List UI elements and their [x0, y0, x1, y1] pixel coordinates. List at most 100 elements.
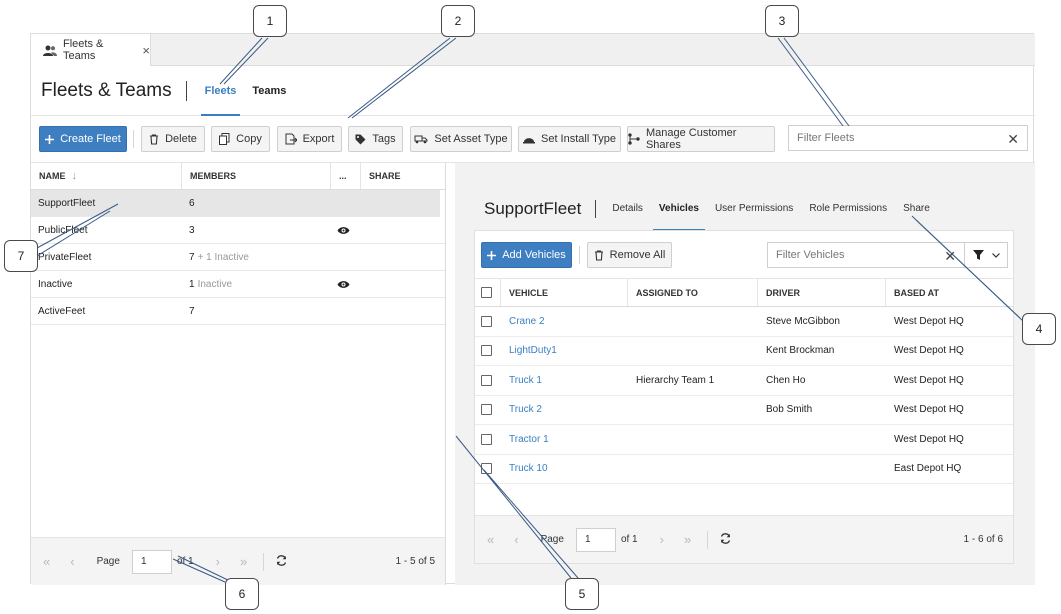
column-assigned-to-label: ASSIGNED TO [636, 287, 698, 298]
first-page-icon[interactable]: « [487, 532, 494, 547]
checkbox-box [481, 315, 492, 327]
tab-details[interactable]: Details [612, 187, 643, 231]
eye-icon[interactable] [331, 271, 361, 297]
export-button[interactable]: Export [277, 126, 342, 152]
vehicle-link[interactable]: Truck 1 [501, 366, 628, 395]
vehicle-link[interactable]: LightDuty1 [501, 337, 628, 366]
row-checkbox[interactable] [475, 337, 501, 366]
vehicle-assigned [628, 455, 758, 484]
create-fleet-button[interactable]: Create Fleet [39, 126, 127, 152]
vehicle-row[interactable]: LightDuty1 Kent Brockman West Depot HQ [475, 337, 1013, 366]
callout-1: 1 [253, 5, 287, 37]
tab-vehicles[interactable]: Vehicles [652, 187, 705, 231]
filter-vehicles-input[interactable]: Filter Vehicles ✕ [767, 242, 965, 268]
refresh-icon[interactable] [720, 532, 731, 547]
next-page-icon[interactable]: › [216, 554, 220, 569]
refresh-icon[interactable] [276, 554, 287, 569]
fleet-grid: NAME ↓ MEMBERS ... SHARE SupportFleet 6 … [31, 163, 446, 585]
checkbox-box [481, 404, 492, 416]
filter-fleets-input[interactable]: Filter Fleets ✕ [788, 125, 1028, 151]
column-driver[interactable]: DRIVER [758, 279, 886, 306]
page-number-value: 1 [584, 534, 591, 545]
app-tab-fleets-teams[interactable]: Fleets & Teams × [31, 34, 151, 66]
fleet-row[interactable]: SupportFleet 6 [31, 190, 440, 217]
fleet-members: 1 Inactive [182, 271, 331, 297]
last-page-icon[interactable]: » [240, 554, 247, 569]
vehicle-row[interactable]: Tractor 1 West Depot HQ [475, 425, 1013, 455]
close-icon[interactable]: × [142, 43, 150, 58]
row-checkbox[interactable] [475, 366, 501, 395]
column-members[interactable]: MEMBERS [182, 163, 331, 189]
fleet-members-count: 6 [189, 197, 195, 209]
vehicle-row[interactable]: Truck 2 Bob Smith West Depot HQ [475, 396, 1013, 425]
column-share-label: SHARE [369, 171, 401, 181]
previous-page-icon[interactable]: ‹ [514, 532, 518, 547]
row-checkbox[interactable] [475, 307, 501, 336]
fleet-row[interactable]: PrivateFleet 7 + 1 Inactive [31, 244, 445, 271]
column-share[interactable]: SHARE [361, 163, 411, 189]
next-page-icon[interactable]: › [660, 532, 664, 547]
row-checkbox[interactable] [475, 396, 501, 425]
first-page-icon[interactable]: « [43, 554, 50, 569]
clear-filter-icon[interactable]: ✕ [1007, 131, 1019, 148]
callout-3: 3 [765, 5, 799, 37]
column-assigned-to[interactable]: ASSIGNED TO [628, 279, 758, 306]
tab-share[interactable]: Share [903, 187, 930, 231]
column-vehicle[interactable]: VEHICLE [501, 279, 628, 306]
column-name[interactable]: NAME ↓ [31, 163, 182, 189]
copy-button[interactable]: Copy [211, 126, 270, 152]
fleet-inactive-count: + 1 Inactive [197, 251, 249, 263]
app-tab-strip: Fleets & Teams × [31, 34, 1035, 66]
tab-fleets[interactable]: Fleets [200, 66, 241, 116]
vehicle-row[interactable]: Truck 1 Hierarchy Team 1 Chen Ho West De… [475, 366, 1013, 396]
vehicle-link[interactable]: Crane 2 [501, 307, 628, 336]
remove-all-button[interactable]: Remove All [587, 242, 672, 268]
clear-filter-icon[interactable]: ✕ [944, 248, 956, 265]
fleet-name: PrivateFleet [38, 251, 92, 263]
tags-button[interactable]: Tags [348, 126, 403, 152]
vehicle-link[interactable]: Tractor 1 [501, 425, 628, 454]
row-checkbox[interactable] [475, 425, 501, 454]
trash-icon [594, 249, 603, 261]
page-title: Fleets & Teams [41, 79, 172, 101]
checkbox-box [481, 287, 492, 298]
vehicle-based-at: West Depot HQ [894, 433, 964, 445]
column-based-at-label: BASED AT [894, 287, 939, 298]
row-checkbox[interactable] [475, 455, 501, 484]
tab-role-permissions[interactable]: Role Permissions [809, 187, 887, 231]
sort-down-icon[interactable]: ↓ [72, 170, 78, 182]
page-number-input[interactable]: 1 [131, 549, 172, 574]
fleet-row[interactable]: Inactive 1 Inactive [31, 271, 445, 298]
fleet-members-count: 1 [189, 278, 195, 290]
set-install-type-button[interactable]: Set Install Type [518, 126, 621, 152]
install-icon [522, 137, 535, 143]
vehicle-row[interactable]: Truck 10 East Depot HQ [475, 455, 1013, 484]
last-page-icon[interactable]: » [684, 532, 691, 547]
vehicle-link[interactable]: Truck 2 [501, 396, 628, 425]
tab-teams[interactable]: Teams [252, 66, 286, 116]
vehicle-link[interactable]: Truck 10 [501, 455, 628, 484]
delete-button[interactable]: Delete [141, 126, 205, 152]
column-driver-label: DRIVER [766, 287, 801, 298]
add-vehicles-button[interactable]: Add Vehicles [481, 242, 572, 268]
fleet-row[interactable]: ActiveFeet 7 [31, 298, 445, 325]
vehicle-driver: Chen Ho [766, 374, 806, 386]
column-more[interactable]: ... [331, 163, 361, 189]
set-asset-type-button[interactable]: Set Asset Type [410, 126, 512, 152]
copy-label: Copy [236, 133, 262, 145]
fleet-members-count: 7 [189, 251, 195, 263]
filter-menu-button[interactable] [964, 242, 1008, 268]
plus-icon [487, 250, 497, 260]
manage-customer-shares-button[interactable]: Manage Customer Shares [627, 126, 775, 152]
page-number-input[interactable]: 1 [575, 527, 616, 552]
vehicle-assigned [628, 425, 758, 454]
fleet-row[interactable]: PublicFleet 3 [31, 217, 445, 244]
vehicle-row[interactable]: Crane 2 Steve McGibbon West Depot HQ [475, 307, 1013, 337]
column-based-at[interactable]: BASED AT [886, 279, 1013, 306]
select-all-checkbox[interactable] [475, 279, 501, 306]
eye-icon[interactable] [331, 217, 361, 243]
vehicle-based-at: East Depot HQ [894, 463, 962, 475]
tab-user-permissions[interactable]: User Permissions [715, 187, 793, 231]
previous-page-icon[interactable]: ‹ [70, 554, 74, 569]
column-vehicle-label: VEHICLE [509, 287, 549, 298]
